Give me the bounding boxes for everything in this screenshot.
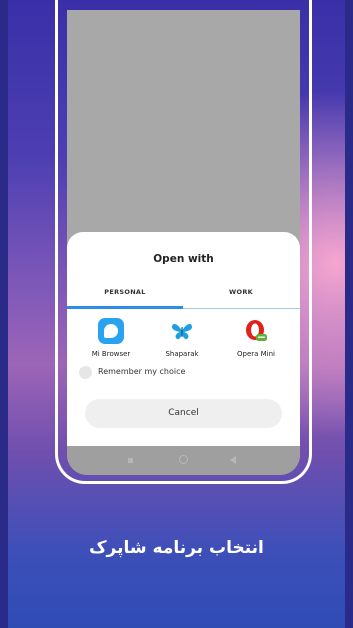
left-edge-bar [0, 0, 8, 628]
recents-square-icon[interactable] [128, 458, 133, 463]
remember-choice-label: Remember my choice [98, 367, 186, 376]
app-shaparak[interactable]: Shaparak [147, 318, 217, 358]
tab-bar: PERSONAL WORK [67, 288, 300, 306]
mi-browser-icon [98, 318, 124, 344]
navigation-bar [67, 446, 300, 475]
right-edge-bar [345, 0, 353, 628]
tab-work[interactable]: WORK [183, 288, 299, 296]
app-mi-browser[interactable]: Mi Browser [76, 318, 146, 358]
tab-personal[interactable]: PERSONAL [67, 288, 183, 296]
app-opera-mini[interactable]: Opera Mini [221, 318, 291, 358]
phone-screen: Open with PERSONAL WORK Mi Browser Shapa… [67, 10, 300, 475]
open-with-sheet: Open with PERSONAL WORK Mi Browser Shapa… [67, 232, 300, 446]
remember-choice-radio[interactable] [79, 366, 92, 379]
page-caption: انتخاب برنامه شاپرک [89, 538, 264, 558]
app-label: Shaparak [165, 350, 199, 358]
back-triangle-icon[interactable] [230, 456, 236, 464]
dialog-title: Open with [153, 253, 214, 265]
app-label: Opera Mini [236, 350, 276, 358]
cancel-button[interactable]: Cancel [85, 399, 282, 428]
app-grid: Mi Browser Shaparak Opera Mini [67, 318, 300, 368]
home-circle-icon[interactable] [179, 455, 188, 464]
opera-mini-icon [243, 318, 269, 344]
butterfly-icon [169, 318, 195, 344]
app-label: Mi Browser [91, 350, 131, 358]
tab-selected-indicator [67, 306, 183, 309]
